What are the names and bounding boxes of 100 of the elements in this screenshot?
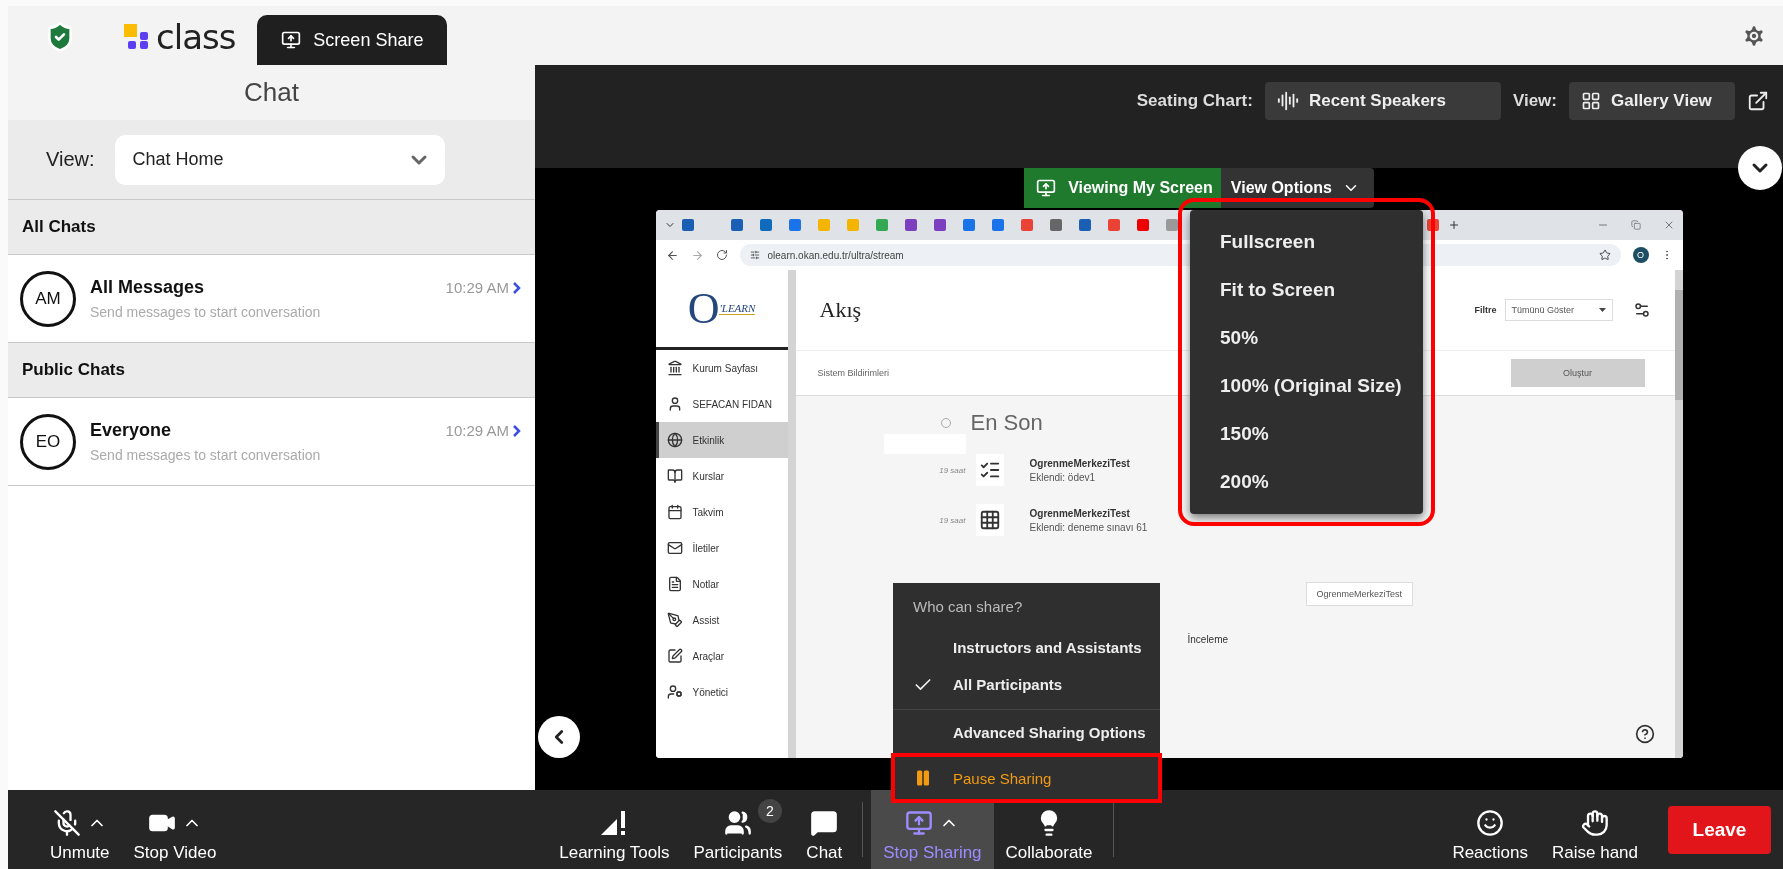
share-screen-icon [905,809,934,837]
nav-label: Etkinlik [692,434,725,446]
new-tab-icon[interactable] [1447,219,1460,231]
help-icon[interactable] [1634,724,1655,744]
logo-letter: O [687,283,720,334]
section-header: Public Chats [8,343,535,398]
nav-label: Notlar [692,578,720,590]
view-label: View: [1512,90,1557,112]
grid-icon [978,509,1001,531]
star-icon[interactable] [1598,249,1611,261]
page-title: Akış [819,297,862,323]
view-options-button[interactable]: View Options [1220,168,1374,208]
chevron-right-icon [513,281,521,294]
menu-item[interactable]: 100% (Original Size) [1190,362,1423,410]
reload-icon[interactable] [715,249,728,261]
pause-icon [914,769,932,787]
viewing-screen-badge: Viewing My Screen [1024,168,1221,208]
smiley-icon [1476,809,1505,837]
seating-chart-label: Seating Chart: [1136,90,1253,112]
seating-chart-dropdown[interactable]: Recent Speakers [1264,82,1501,120]
create-button[interactable]: Oluştur [1510,359,1645,387]
menu-heading: Who can share? [912,596,1024,617]
toolbar-button[interactable]: Reactions [1440,790,1540,869]
logo-text: class [156,17,236,57]
screen-icon [1036,178,1057,198]
toolbar-button[interactable]: Raise hand [1540,790,1650,869]
chat-bubble-icon [810,809,839,837]
menu-option[interactable]: Instructors and Assistants [893,629,1160,666]
event-time: 19 saat [938,465,966,475]
count-badge: 2 [757,799,782,823]
event-time: 19 saat [938,515,966,525]
toolbar-button[interactable]: 2 Participants [681,790,795,869]
nav-label: Yönetici [692,686,729,698]
avatar-initials: AM [20,270,76,327]
logo-squares-icon [124,24,150,50]
chat-preview: Send messages to start conversation [90,447,322,463]
nav-label: Kurum Sayfası [692,362,759,374]
user-cog-icon [666,684,683,700]
leave-button[interactable]: Leave [1668,805,1771,854]
nav-label: İletiler [692,542,720,554]
chat-name: All Messages [90,277,205,298]
people-icon [723,809,752,837]
toolbar-button[interactable]: Chat [794,790,855,869]
toolbar-button[interactable]: Learning Tools [547,790,682,869]
gallery-view-dropdown[interactable]: Gallery View [1569,82,1735,120]
dropdown-caret-icon [1598,308,1606,312]
site-settings-icon [749,250,760,260]
settings-icon[interactable] [1632,301,1651,319]
nav-label: Kurslar [692,470,725,482]
globe-icon [666,432,683,448]
toolbar-button[interactable]: Unmute [38,790,122,869]
nav-item[interactable]: Etkinlik [655,422,788,458]
logo-text: 'LEARN [719,302,756,315]
chat-preview: Send messages to start conversation [90,304,322,320]
toolbar-button[interactable]: Stop Video [121,790,229,869]
building-icon [666,360,683,376]
speaker-icon [1276,90,1299,112]
stream-event[interactable]: 19 saat OgrenmeMerkeziTest Eklendi: deneme sınavı 61 [925,504,1675,536]
nav-label: SEFACAN FIDAN [692,398,772,410]
panel-title: Chat [8,65,535,120]
notice-text: Sistem Bildirimleri [817,368,889,378]
chat-time: 10:29 AM [445,279,509,296]
screen-share-tab[interactable]: Screen Share [257,15,448,65]
event-detail: Eklendi: ödev1 [1029,471,1097,483]
view-dropdown[interactable]: Chat Home [114,134,445,185]
view-label: View: [46,148,95,171]
chat-name: Everyone [90,420,172,441]
tooltip: OgrenmeMerkeziTest [1305,582,1414,606]
calendar-icon [666,504,683,520]
filter-dropdown[interactable]: Tümünü Göster [1504,299,1613,321]
envelope-icon [666,540,683,556]
edit-icon [666,648,683,664]
book-icon [666,468,683,484]
chevron-right-icon [513,424,521,437]
notes-icon [666,576,683,592]
nav-label: Takvim [692,506,724,518]
menu-option[interactable]: Advanced Sharing Options [893,710,1160,754]
timeline-heading: En Son [970,410,1043,436]
menu-item[interactable]: 200% [1190,458,1423,506]
section-header: All Chats [8,200,535,255]
chat-time: 10:29 AM [445,422,509,439]
raised-hand-icon [1581,809,1609,837]
menu-item[interactable]: Fit to Screen [1190,266,1423,314]
scrollbar[interactable] [1674,270,1683,758]
event-detail: İnceleme [1187,634,1230,645]
menu-option[interactable]: All Participants [893,666,1160,703]
account-avatar[interactable]: O [1632,247,1649,263]
share-screen-icon [281,30,302,50]
event-title: OgrenmeMerkeziTest [1029,507,1131,519]
menu-item[interactable]: 150% [1190,410,1423,458]
avatar-initials: EO [20,413,76,470]
menu-item[interactable]: 50% [1190,314,1423,362]
external-link-icon[interactable] [1747,90,1769,112]
muted-microphone-icon [52,809,81,837]
event-title: OgrenmeMerkeziTest [1029,457,1130,469]
back-arrow-icon[interactable] [665,248,679,262]
nav-label: Assist [692,614,720,626]
event-detail: Eklendi: deneme sınavı 61 [1029,521,1148,533]
grid-icon [1581,91,1601,111]
scrollbar-thumb[interactable] [1674,290,1683,400]
